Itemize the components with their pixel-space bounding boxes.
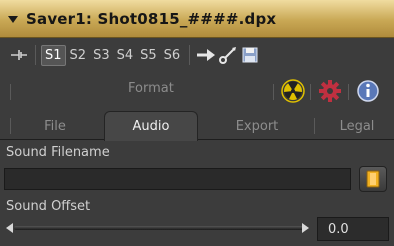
radiation-icon[interactable] bbox=[281, 79, 305, 103]
sound-offset-slider[interactable] bbox=[6, 221, 311, 235]
slot-s5[interactable]: S5 bbox=[137, 46, 160, 65]
tab-bar: File Audio Export Legal bbox=[0, 108, 394, 141]
separator bbox=[310, 84, 311, 100]
tab-legal[interactable]: Legal bbox=[322, 112, 392, 140]
separator bbox=[10, 118, 11, 134]
separator bbox=[348, 84, 349, 100]
slot-s3[interactable]: S3 bbox=[90, 46, 113, 65]
browse-folder-button[interactable] bbox=[359, 166, 387, 192]
tab-file[interactable]: File bbox=[20, 112, 90, 140]
slot-s1[interactable]: S1 bbox=[41, 44, 66, 66]
folder-icon bbox=[366, 170, 380, 188]
pin-icon[interactable] bbox=[8, 44, 30, 66]
slot-s6[interactable]: S6 bbox=[161, 46, 184, 65]
save-disk-icon[interactable] bbox=[239, 44, 261, 66]
separator bbox=[10, 84, 11, 100]
pick-tool-icon[interactable] bbox=[217, 44, 239, 66]
format-row: Format bbox=[0, 78, 394, 106]
slot-s4[interactable]: S4 bbox=[114, 46, 137, 65]
sound-offset-value-field[interactable]: 0.0 bbox=[317, 217, 389, 241]
separator bbox=[314, 118, 315, 134]
tab-audio[interactable]: Audio bbox=[104, 111, 198, 141]
arrow-right-icon[interactable] bbox=[195, 44, 217, 66]
tool-panel: Saver1: Shot0815_####.dpx S1 S2 S3 S4 S5… bbox=[0, 0, 394, 246]
separator bbox=[189, 45, 191, 65]
info-icon[interactable] bbox=[356, 79, 380, 103]
tab-export[interactable]: Export bbox=[212, 112, 302, 140]
separator bbox=[273, 84, 274, 100]
slider-track[interactable] bbox=[14, 226, 304, 230]
slot-s2[interactable]: S2 bbox=[67, 46, 90, 65]
increment-arrow-icon[interactable] bbox=[302, 223, 309, 233]
decrement-arrow-icon[interactable] bbox=[6, 223, 13, 233]
toolbar: S1 S2 S3 S4 S5 S6 bbox=[0, 40, 394, 70]
sound-offset-label: Sound Offset bbox=[6, 199, 91, 214]
gear-icon[interactable] bbox=[318, 79, 342, 103]
format-label: Format bbox=[128, 81, 174, 96]
panel-title: Saver1: Shot0815_####.dpx bbox=[26, 9, 277, 28]
sound-filename-input[interactable] bbox=[4, 168, 351, 190]
title-bar[interactable]: Saver1: Shot0815_####.dpx bbox=[0, 0, 394, 38]
collapse-triangle-icon[interactable] bbox=[8, 16, 18, 23]
sound-filename-label: Sound Filename bbox=[6, 145, 110, 160]
separator bbox=[35, 45, 36, 65]
